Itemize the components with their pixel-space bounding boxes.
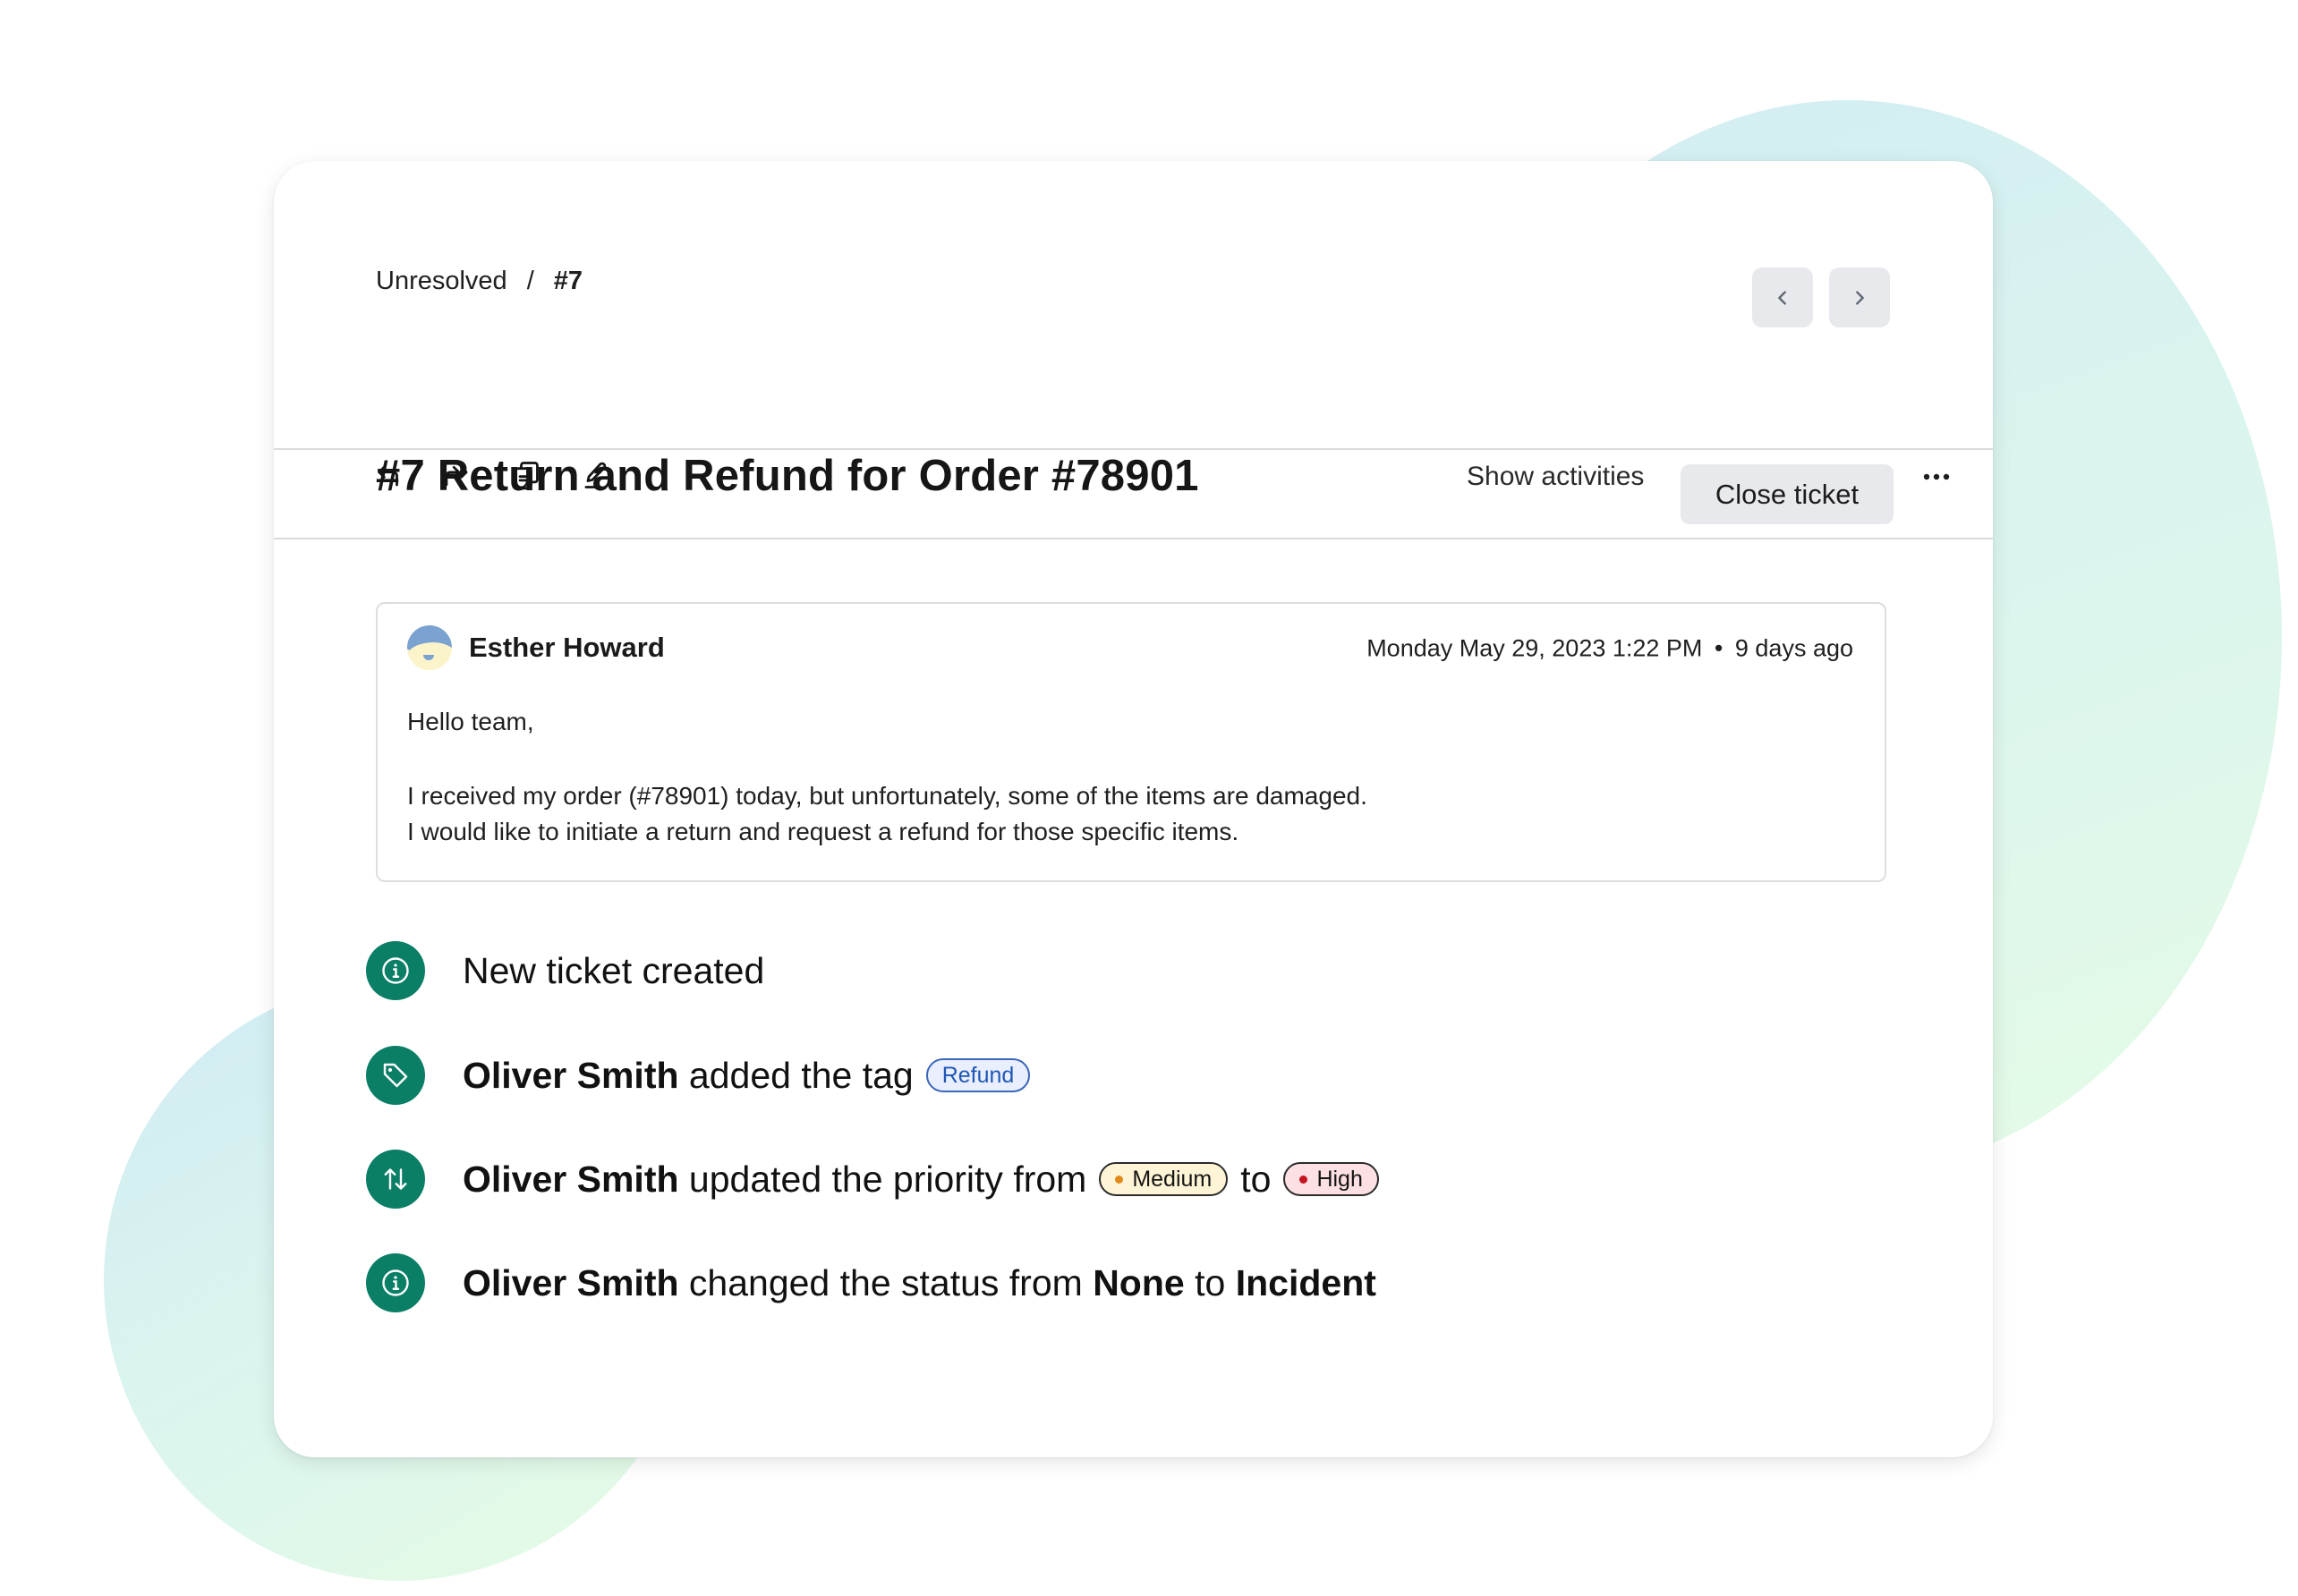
activity-text: Oliver Smith updated the priority from bbox=[463, 1159, 1086, 1201]
chevron-right-icon bbox=[1856, 290, 1864, 305]
info-icon bbox=[382, 957, 409, 984]
previous-ticket-button[interactable] bbox=[1752, 267, 1813, 327]
message-author: Esther Howard bbox=[469, 632, 665, 663]
activity-connector: to bbox=[1195, 1261, 1226, 1303]
activity-text: New ticket created bbox=[463, 949, 765, 991]
activity-connector: to bbox=[1240, 1158, 1272, 1200]
message-greeting: Hello team, bbox=[407, 708, 534, 735]
copy-icon bbox=[514, 462, 539, 490]
info-icon bbox=[382, 1269, 409, 1296]
priority-dot bbox=[1299, 1175, 1308, 1184]
breadcrumb-current: #7 bbox=[553, 267, 583, 295]
message-card: Esther Howard Monday May 29, 2023 1:22 P… bbox=[376, 602, 1886, 882]
avatar-illustration-icon bbox=[407, 625, 452, 670]
activity-action: changed the status from bbox=[688, 1261, 1083, 1303]
reply-button[interactable] bbox=[371, 458, 407, 494]
status-to: Incident bbox=[1235, 1261, 1376, 1303]
chevron-left-icon bbox=[1778, 290, 1786, 305]
next-ticket-button[interactable] bbox=[1829, 267, 1890, 327]
activity-action: updated the priority from bbox=[688, 1158, 1087, 1200]
activity-item: Oliver Smith changed the status from Non… bbox=[366, 1253, 1376, 1312]
activity-actor[interactable]: Oliver Smith bbox=[463, 1055, 679, 1096]
ticket-card: Unresolved / #7 #7 Return and Refund for… bbox=[274, 161, 1993, 1457]
status-from: None bbox=[1093, 1261, 1185, 1303]
breadcrumb: Unresolved / #7 bbox=[376, 267, 583, 296]
edit-button[interactable] bbox=[578, 458, 614, 494]
message-line: I received my order (#78901) today, but … bbox=[407, 782, 1367, 810]
message-date: Monday May 29, 2023 1:22 PM bbox=[1366, 634, 1703, 662]
sort-arrows-icon bbox=[384, 1168, 407, 1190]
message-body: Hello team, I received my order (#78901)… bbox=[407, 704, 1367, 850]
activity-icon bbox=[366, 1150, 425, 1209]
tag-icon bbox=[383, 1063, 408, 1088]
priority-label: Medium bbox=[1132, 1166, 1213, 1192]
message-line: I would like to initiate a return and re… bbox=[407, 818, 1239, 845]
activity-text: Oliver Smith changed the status from Non… bbox=[463, 1262, 1376, 1304]
activity-actor[interactable]: Oliver Smith bbox=[463, 1159, 679, 1200]
breadcrumb-parent[interactable]: Unresolved bbox=[376, 267, 507, 296]
activity-text: Oliver Smith added the tag bbox=[463, 1055, 914, 1097]
activity-item: Oliver Smith updated the priority from M… bbox=[366, 1150, 1392, 1209]
avatar bbox=[407, 625, 452, 670]
priority-dot bbox=[1115, 1175, 1124, 1184]
activity-icon bbox=[366, 941, 425, 1000]
reply-icon bbox=[378, 465, 398, 487]
activity-icon bbox=[366, 1046, 425, 1105]
edit-icon bbox=[584, 462, 607, 488]
tag-badge[interactable]: Refund bbox=[925, 1058, 1031, 1092]
more-horizontal-icon bbox=[1923, 473, 1950, 480]
forward-all-button[interactable] bbox=[438, 458, 474, 494]
toolbar-divider bbox=[274, 538, 1993, 539]
breadcrumb-separator: / bbox=[526, 267, 534, 295]
close-ticket-button[interactable]: Close ticket bbox=[1681, 464, 1894, 524]
activity-icon bbox=[366, 1253, 425, 1312]
priority-badge-high: High bbox=[1283, 1162, 1379, 1196]
message-timestamp: Monday May 29, 2023 1:22 PM • 9 days ago bbox=[1366, 635, 1853, 663]
activity-actor[interactable]: Oliver Smith bbox=[463, 1262, 679, 1303]
timestamp-separator: • bbox=[1714, 634, 1724, 662]
activity-action: added the tag bbox=[688, 1054, 914, 1096]
more-options-button[interactable] bbox=[1917, 463, 1956, 491]
copy-button[interactable] bbox=[508, 458, 544, 494]
priority-badge-medium: Medium bbox=[1099, 1162, 1229, 1196]
ticket-title: #7 Return and Refund for Order #78901 bbox=[376, 452, 1199, 500]
forward-all-icon bbox=[445, 465, 468, 487]
activity-item: New ticket created bbox=[366, 941, 764, 1000]
message-relative-time: 9 days ago bbox=[1734, 634, 1853, 662]
priority-label: High bbox=[1316, 1166, 1363, 1192]
header-divider bbox=[274, 448, 1993, 450]
activity-item: Oliver Smith added the tag Refund bbox=[366, 1046, 1043, 1105]
show-activities-button[interactable]: Show activities bbox=[1467, 462, 1644, 492]
